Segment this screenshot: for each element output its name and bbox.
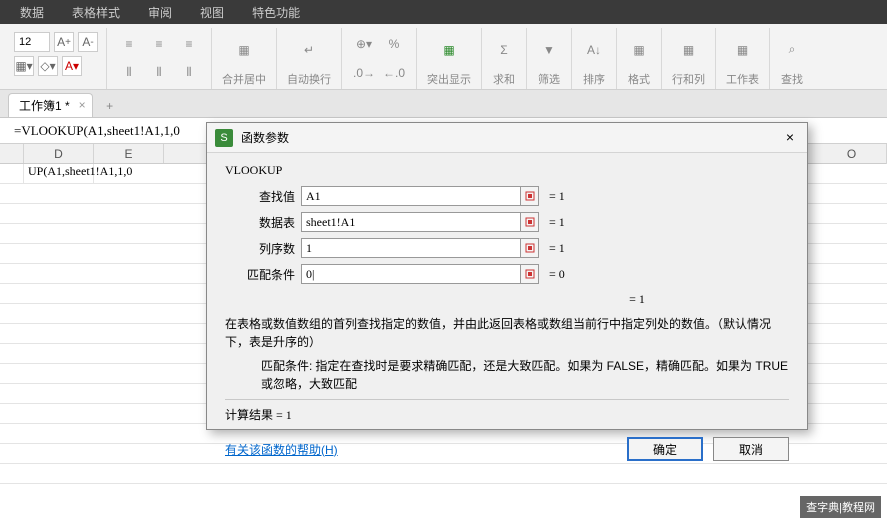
highlight-icon[interactable]: ▦ xyxy=(437,38,461,62)
sort-label[interactable]: 排序 xyxy=(583,71,605,87)
close-icon[interactable]: × xyxy=(781,129,799,147)
worksheet-label[interactable]: 工作表 xyxy=(726,71,759,87)
menu-table-style[interactable]: 表格样式 xyxy=(58,4,134,21)
arg-label: 列序数 xyxy=(225,240,295,257)
workbook-tab[interactable]: 工作簿1 * × xyxy=(8,93,93,117)
arg-result: = 1 xyxy=(549,215,565,230)
app-icon: S xyxy=(215,129,233,147)
filter-icon[interactable]: ▼ xyxy=(537,38,561,62)
sum-icon[interactable]: Σ xyxy=(492,38,516,62)
menu-review[interactable]: 审阅 xyxy=(134,4,186,21)
format-label[interactable]: 格式 xyxy=(628,71,650,87)
fill-color-icon[interactable]: ◇▾ xyxy=(38,56,58,76)
rowcol-icon[interactable]: ▦ xyxy=(677,38,701,62)
cancel-button[interactable]: 取消 xyxy=(713,437,789,461)
format-icon[interactable]: ▦ xyxy=(627,38,651,62)
calculation-result: 计算结果 = 1 xyxy=(225,406,789,423)
merge-icon[interactable]: ▦ xyxy=(232,38,256,62)
function-arguments-dialog: S 函数参数 × VLOOKUP 查找值 = 1 数据表 = 1 列序数 = 1… xyxy=(206,122,808,430)
worksheet-icon[interactable]: ▦ xyxy=(731,38,755,62)
decrease-font-icon[interactable]: A- xyxy=(78,32,98,52)
arg-result: = 1 xyxy=(549,241,565,256)
font-size-input[interactable] xyxy=(14,32,50,52)
increase-font-icon[interactable]: A+ xyxy=(54,32,74,52)
decimal-inc-icon[interactable]: .0→ xyxy=(352,61,376,85)
align-left-icon[interactable]: ≡ xyxy=(117,32,141,56)
wrap-label: 自动换行 xyxy=(287,71,331,87)
watermark: 查字典|教程网 xyxy=(800,496,881,518)
function-description: 在表格或数值数组的首列查找指定的数值，并由此返回表格或数组当前行中指定列处的数值… xyxy=(225,315,789,351)
filter-label[interactable]: 筛选 xyxy=(538,71,560,87)
currency-icon[interactable]: ⊕▾ xyxy=(352,32,376,56)
menu-data[interactable]: 数据 xyxy=(6,4,58,21)
range-select-icon[interactable] xyxy=(521,186,539,206)
workbook-tab-name: 工作簿1 * xyxy=(19,99,70,113)
dialog-titlebar[interactable]: S 函数参数 × xyxy=(207,123,807,153)
menu-special[interactable]: 特色功能 xyxy=(238,4,314,21)
workbook-tab-strip: 工作簿1 * × + xyxy=(0,90,887,118)
dialog-title: 函数参数 xyxy=(241,129,781,146)
range-select-icon[interactable] xyxy=(521,264,539,284)
arg-lookup-value-input[interactable] xyxy=(301,186,521,206)
align-middle-icon[interactable]: ⫴ xyxy=(147,61,171,85)
menu-bar: 数据 表格样式 审阅 视图 特色功能 xyxy=(0,0,887,24)
arg-result: = 1 xyxy=(549,189,565,204)
ribbon: A+ A- ▦▾ ◇▾ A▾ ≡ ≡ ≡ ⫴ ⫴ ⫴ ▦ 合并居中 ↵ 自动换行… xyxy=(0,24,887,90)
arg-label: 查找值 xyxy=(225,188,295,205)
ok-button[interactable]: 确定 xyxy=(627,437,703,461)
formula-result: = 1 xyxy=(485,292,789,307)
align-top-icon[interactable]: ⫴ xyxy=(117,61,141,85)
merge-label: 合并居中 xyxy=(222,71,266,87)
font-color-icon[interactable]: A▾ xyxy=(62,56,82,76)
arg-label: 数据表 xyxy=(225,214,295,231)
wrap-icon[interactable]: ↵ xyxy=(297,38,321,62)
range-select-icon[interactable] xyxy=(521,212,539,232)
arg-result: = 0 xyxy=(549,267,565,282)
cell[interactable]: UP(A1,sheet1!A1,1,0 xyxy=(24,164,94,183)
rowcol-label[interactable]: 行和列 xyxy=(672,71,705,87)
menu-view[interactable]: 视图 xyxy=(186,4,238,21)
col-header[interactable]: E xyxy=(94,144,164,163)
decimal-dec-icon[interactable]: ←.0 xyxy=(382,61,406,85)
align-bottom-icon[interactable]: ⫴ xyxy=(177,61,201,85)
sort-icon[interactable]: A↓ xyxy=(582,38,606,62)
arg-col-index-input[interactable] xyxy=(301,238,521,258)
align-right-icon[interactable]: ≡ xyxy=(177,32,201,56)
add-tab-button[interactable]: + xyxy=(99,95,121,117)
find-icon[interactable]: ⌕ xyxy=(780,38,804,62)
arg-label: 匹配条件 xyxy=(225,266,295,283)
function-name: VLOOKUP xyxy=(225,163,789,178)
align-center-icon[interactable]: ≡ xyxy=(147,32,171,56)
arg-table-array-input[interactable] xyxy=(301,212,521,232)
close-tab-icon[interactable]: × xyxy=(79,98,86,112)
range-select-icon[interactable] xyxy=(521,238,539,258)
col-header[interactable]: D xyxy=(24,144,94,163)
border-icon[interactable]: ▦▾ xyxy=(14,56,34,76)
arg-range-lookup-input[interactable] xyxy=(301,264,521,284)
col-header[interactable]: O xyxy=(817,144,887,164)
help-link[interactable]: 有关该函数的帮助(H) xyxy=(225,441,338,458)
col-header-corner[interactable] xyxy=(0,144,24,163)
highlight-label[interactable]: 突出显示 xyxy=(427,71,471,87)
find-label[interactable]: 查找 xyxy=(781,71,803,87)
percent-icon[interactable]: % xyxy=(382,32,406,56)
sum-label[interactable]: 求和 xyxy=(493,71,515,87)
argument-description: 匹配条件: 指定在查找时是要求精确匹配，还是大致匹配。如果为 FALSE，精确匹… xyxy=(225,357,789,393)
